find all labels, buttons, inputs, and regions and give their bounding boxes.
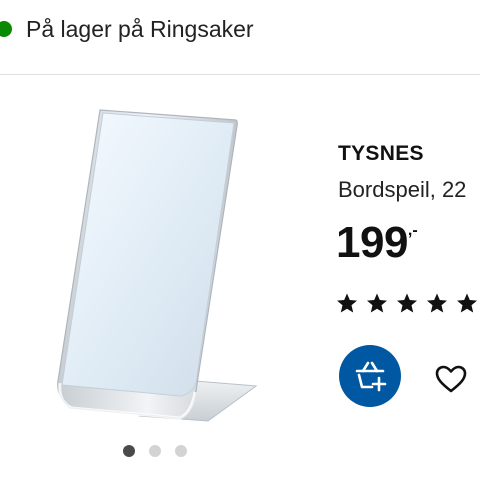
stock-status-dot-icon xyxy=(0,21,12,37)
carousel-dot-1[interactable] xyxy=(123,445,135,457)
product-image[interactable] xyxy=(40,96,300,436)
star-icon xyxy=(457,293,477,313)
star-icon xyxy=(337,293,357,313)
carousel-dot-3[interactable] xyxy=(175,445,187,457)
stock-status-bar: På lager på Ringsaker xyxy=(0,0,480,75)
product-price: 199,- xyxy=(336,218,418,268)
price-suffix: ,- xyxy=(407,222,418,239)
price-integer: 199 xyxy=(336,218,408,267)
add-to-cart-button[interactable] xyxy=(339,345,401,407)
star-icon xyxy=(367,293,387,313)
carousel-dot-2[interactable] xyxy=(149,445,161,457)
star-icon xyxy=(427,293,447,313)
stock-status-text: På lager på Ringsaker xyxy=(26,16,254,42)
product-name[interactable]: TYSNES xyxy=(338,142,424,166)
mirror-glass xyxy=(61,112,235,397)
product-description: Bordspeil, 22 xyxy=(338,177,467,202)
heart-outline-icon[interactable] xyxy=(434,364,468,394)
product-card-page: På lager på Ringsaker TYSNES Bordspeil, … xyxy=(0,0,480,480)
basket-plus-icon xyxy=(355,361,387,392)
star-icon xyxy=(397,293,417,313)
product-rating[interactable] xyxy=(336,292,480,319)
